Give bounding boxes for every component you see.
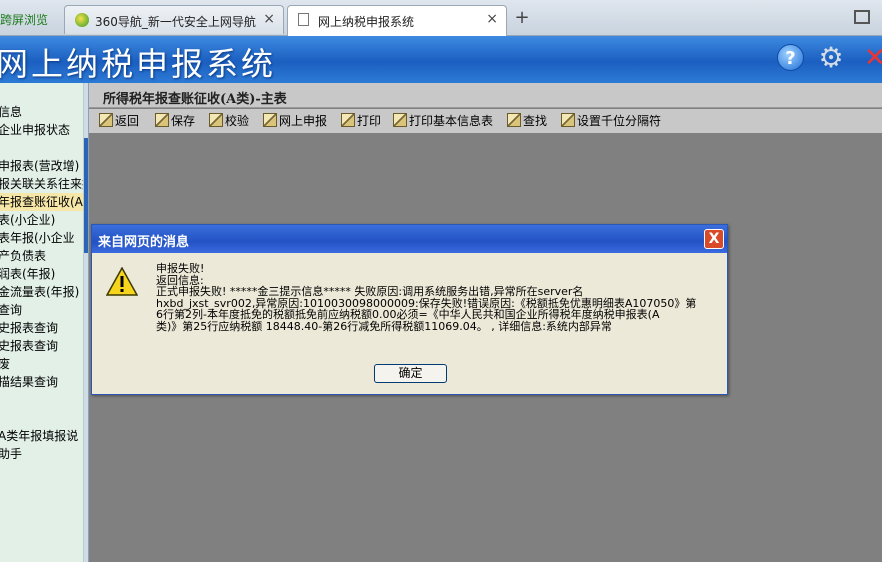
form-heading: 所得税年报查账征收(A类)-主表 (89, 83, 882, 108)
print-basic-info-button[interactable]: 打印基本信息表 (393, 112, 493, 130)
submit-icon (263, 113, 277, 127)
warning-icon (106, 267, 138, 296)
sidebar-item[interactable]: 申报表(营改增) (0, 157, 79, 175)
sidebar-item-active[interactable]: 年报查账征收(A (0, 193, 83, 211)
dialog-close-button[interactable]: X (704, 229, 724, 249)
button-label: 查找 (523, 114, 548, 128)
button-label: 网上申报 (279, 114, 328, 128)
button-label: 保存 (171, 114, 196, 128)
button-label: 设置千位分隔符 (577, 114, 662, 128)
tab-360-nav[interactable]: 360导航_新一代安全上网导航 × (64, 5, 284, 34)
sidebar-item[interactable]: 查询 (0, 301, 22, 319)
restore-window-icon[interactable] (854, 10, 870, 24)
app-title: 网上纳税申报系统 (0, 45, 277, 83)
exit-icon[interactable]: ✕ (864, 42, 882, 74)
sidebar-item[interactable]: 金流量表(年报) (0, 283, 79, 301)
sidebar-item[interactable]: 报关联关系往来报 (0, 175, 83, 193)
sidebar-item[interactable]: 描结果查询 (0, 373, 58, 391)
sidebar-nav: 信息 企业申报状态 申报表(营改增) 报关联关系往来报 年报查账征收(A 表(小… (0, 83, 84, 562)
print-icon (341, 113, 355, 127)
message-line: 类)》第25行应纳税额 18448.40-第26行减免所得税额11069.04。… (156, 319, 612, 333)
dialog-titlebar: 来自网页的消息 X (92, 225, 727, 253)
sidebar-item[interactable]: 表(小企业) (0, 211, 55, 229)
dialog-title: 来自网页的消息 (98, 235, 190, 250)
browser-tab-bar: 跨屏浏览 360导航_新一代安全上网导航 × 网上纳税申报系统 × + (0, 0, 882, 36)
sidebar-item[interactable]: 企业申报状态 (0, 121, 70, 139)
tab-close-icon[interactable]: × (486, 11, 498, 27)
tab-close-icon[interactable]: × (263, 11, 275, 27)
sidebar-item[interactable]: 助手 (0, 445, 22, 463)
find-icon (507, 113, 521, 127)
page-title: 所得税年报查账征收(A类)-主表 (103, 92, 287, 107)
page-icon (298, 13, 309, 26)
gear-icon[interactable]: ⚙ (816, 43, 846, 73)
sidebar-item[interactable]: 史报表查询 (0, 337, 58, 355)
message-line: 申报失败! (156, 262, 205, 275)
back-button[interactable]: 返回 (99, 112, 139, 130)
360-logo-icon (75, 13, 89, 27)
online-submit-button[interactable]: 网上申报 (263, 112, 327, 130)
back-icon (99, 113, 113, 127)
print-icon (393, 113, 407, 127)
find-button[interactable]: 查找 (507, 112, 547, 130)
splitter-grip[interactable] (84, 138, 88, 253)
settings-icon (561, 113, 575, 127)
sidebar-item[interactable]: 废 (0, 355, 10, 373)
form-toolbar: 返回 保存 校验 网上申报 打印 打印基本信息表 查找 设置千位分隔符 (89, 109, 882, 133)
print-button[interactable]: 打印 (341, 112, 381, 130)
thousands-separator-button[interactable]: 设置千位分隔符 (561, 112, 661, 130)
sidebar-item[interactable]: A类年报填报说 (0, 427, 78, 445)
sidebar-item[interactable]: 信息 (0, 103, 22, 121)
tab-cross-screen[interactable]: 跨屏浏览 (0, 6, 58, 34)
app-banner: 网上纳税申报系统 ? ⚙ ✕ (0, 36, 882, 83)
sidebar-item[interactable]: 润表(年报) (0, 265, 55, 283)
save-button[interactable]: 保存 (155, 112, 195, 130)
validate-icon (209, 113, 223, 127)
message-dialog: 来自网页的消息 X 申报失败! 返回信息: 正式申报失败! *****金三提示信… (91, 224, 728, 395)
sidebar-item[interactable]: 史报表查询 (0, 319, 58, 337)
tab-label: 网上纳税申报系统 (318, 15, 415, 29)
tab-tax-system[interactable]: 网上纳税申报系统 × (287, 5, 507, 36)
tab-label: 360导航_新一代安全上网导航 (95, 15, 256, 29)
button-label: 打印基本信息表 (409, 114, 494, 128)
ok-button[interactable]: 确定 (374, 364, 447, 383)
button-label: 校验 (225, 114, 250, 128)
validate-button[interactable]: 校验 (209, 112, 249, 130)
save-icon (155, 113, 169, 127)
message-line: 6行第2列-本年度抵免的税额抵免前应纳税额0.00必须=《中华人民共和国企业所得… (156, 308, 660, 321)
dialog-message: 申报失败! 返回信息: 正式申报失败! *****金三提示信息***** 失败原… (156, 263, 722, 332)
sidebar-item[interactable]: 表年报(小企业 (0, 229, 75, 247)
button-label: 返回 (115, 114, 140, 128)
button-label: 打印 (357, 114, 382, 128)
sidebar-item[interactable]: 产负债表 (0, 247, 46, 265)
help-icon[interactable]: ? (777, 44, 804, 71)
new-tab-button[interactable]: + (512, 8, 532, 28)
message-line: 正式申报失败! *****金三提示信息***** 失败原因:调用系统服务出错,异… (156, 285, 584, 298)
